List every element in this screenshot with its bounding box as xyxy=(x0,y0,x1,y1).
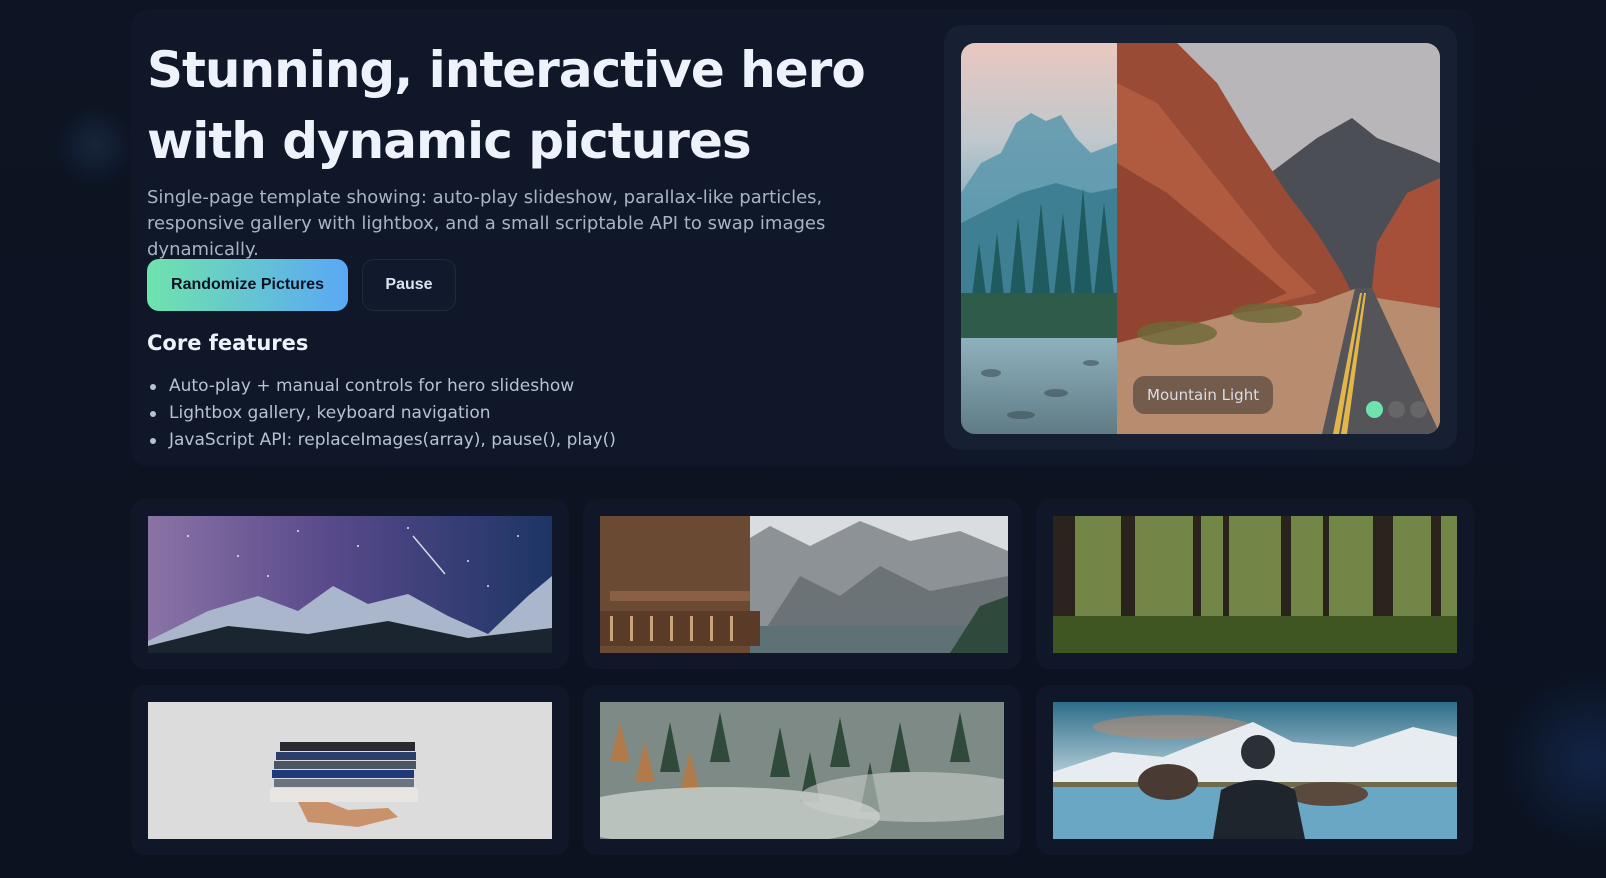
hero-slideshow: Mountain Light xyxy=(944,25,1457,450)
gallery-card xyxy=(131,499,569,669)
slide-image-misty-mountains xyxy=(961,43,1117,434)
pause-button[interactable]: Pause xyxy=(362,259,456,311)
hero-description: Single-page template showing: auto-play … xyxy=(147,187,826,260)
gallery-image-milky-way[interactable] xyxy=(148,516,552,653)
hero-actions: Randomize Pictures Pause xyxy=(147,259,456,311)
slide-dot-1[interactable] xyxy=(1366,401,1383,418)
gallery-image-misty-forest[interactable] xyxy=(600,702,1004,839)
feature-item: Lightbox gallery, keyboard navigation xyxy=(147,400,616,427)
gallery-image-mountain-lake[interactable] xyxy=(600,516,1008,653)
hero-section: Stunning, interactive hero with dynamic … xyxy=(131,9,1474,467)
feature-item: JavaScript API: replaceImages(array), pa… xyxy=(147,427,616,454)
features-list: Auto-play + manual controls for hero sli… xyxy=(147,373,616,454)
gallery-image-forest[interactable] xyxy=(1053,516,1457,653)
slide-dots xyxy=(1366,401,1427,418)
gallery-card xyxy=(583,499,1021,669)
feature-item: Auto-play + manual controls for hero sli… xyxy=(147,373,616,400)
features-heading: Core features xyxy=(147,331,309,355)
gallery-image-books[interactable] xyxy=(148,702,552,839)
slide-dot-2[interactable] xyxy=(1388,401,1405,418)
gallery-card xyxy=(1036,685,1474,855)
gallery-card xyxy=(1036,499,1474,669)
slide-caption: Mountain Light xyxy=(1133,376,1274,414)
gallery-card xyxy=(583,685,1021,855)
randomize-pictures-button[interactable]: Randomize Pictures xyxy=(147,259,348,311)
slide-dot-3[interactable] xyxy=(1410,401,1427,418)
slideshow-viewport[interactable]: Mountain Light xyxy=(961,43,1440,434)
hero-title: Stunning, interactive hero with dynamic … xyxy=(147,41,866,170)
gallery-card xyxy=(131,685,569,855)
gallery-image-person-lake[interactable] xyxy=(1053,702,1457,839)
page: Stunning, interactive hero with dynamic … xyxy=(0,0,1606,878)
